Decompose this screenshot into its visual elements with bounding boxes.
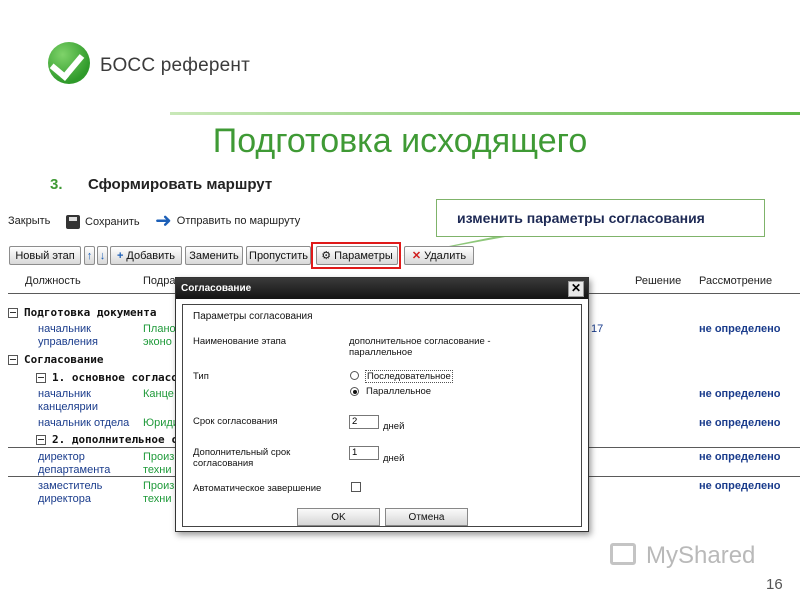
term-input[interactable]: 2 bbox=[349, 415, 379, 429]
dialog-title: Согласование bbox=[176, 278, 588, 299]
row4-status: не определено bbox=[699, 451, 781, 463]
col-dept-header: Подра bbox=[143, 275, 176, 287]
col-position-header: Должность bbox=[25, 275, 81, 287]
auto-finish-label: Автоматическое завершение bbox=[193, 483, 322, 494]
collapse-icon bbox=[8, 355, 18, 365]
row3-position[interactable]: начальник отдела bbox=[38, 417, 129, 430]
delete-label: Удалить bbox=[424, 249, 467, 262]
term-label: Срок согласования bbox=[193, 416, 278, 427]
subgroup-extra[interactable]: 2. дополнительное с bbox=[36, 433, 178, 446]
radio-parallel-label: Параллельное bbox=[366, 386, 432, 397]
auto-finish-checkbox[interactable] bbox=[351, 482, 361, 492]
ok-button[interactable]: OK bbox=[297, 508, 380, 526]
skip-button[interactable]: Пропустить bbox=[246, 246, 311, 265]
watermark-text: MyShared bbox=[646, 542, 756, 569]
collapse-icon bbox=[36, 435, 46, 445]
row2-status: не определено bbox=[699, 388, 781, 400]
stage-name-label: Наименование этапа bbox=[193, 336, 287, 347]
radio-sequential-label: Последовательное bbox=[365, 370, 453, 383]
collapse-icon bbox=[8, 308, 18, 318]
col-decision-header: Решение bbox=[635, 275, 682, 287]
subgroup-label: 1. основное согласо bbox=[52, 371, 178, 384]
extra-term-label: Дополнительный срок согласования bbox=[193, 447, 291, 469]
term-unit: дней bbox=[383, 421, 405, 432]
row1-date-fragment: 17 bbox=[591, 323, 604, 335]
cancel-button[interactable]: Отмена bbox=[385, 508, 468, 526]
group-label: Согласование bbox=[24, 353, 104, 366]
row2-position[interactable]: начальник канцелярии bbox=[38, 388, 118, 414]
dialog-body: Параметры согласования Наименование этап… bbox=[182, 304, 582, 527]
row1-status: не определено bbox=[699, 323, 781, 335]
row1-position[interactable]: начальник управления bbox=[38, 323, 128, 349]
subgroup-main[interactable]: 1. основное согласо bbox=[36, 371, 178, 384]
subgroup-label: 2. дополнительное с bbox=[52, 433, 178, 446]
replace-button[interactable]: Заменить bbox=[185, 246, 243, 265]
close-icon[interactable]: ✕ bbox=[568, 281, 584, 297]
stage-name-value: дополнительное согласование - параллельн… bbox=[349, 336, 491, 358]
move-down-button[interactable]: ↓ bbox=[97, 246, 108, 265]
add-label: Добавить bbox=[126, 249, 176, 262]
page-number: 16 bbox=[766, 576, 783, 593]
row1-dept: Плано эконо bbox=[143, 323, 176, 348]
row4-position[interactable]: директор департамента bbox=[38, 451, 118, 477]
section-title: Параметры согласования bbox=[193, 311, 313, 322]
group-preparation[interactable]: Подготовка документа bbox=[8, 306, 156, 319]
delete-button[interactable]: ✕ Удалить bbox=[404, 246, 474, 265]
radio-sequential[interactable] bbox=[350, 371, 359, 380]
extra-term-unit: дней bbox=[383, 453, 405, 464]
watermark-icon bbox=[610, 543, 636, 565]
row5-position[interactable]: заместитель директора bbox=[38, 480, 118, 506]
row5-status: не определено bbox=[699, 480, 781, 492]
group-approval[interactable]: Согласование bbox=[8, 353, 103, 366]
plus-icon: + bbox=[116, 249, 124, 262]
parameters-highlight bbox=[311, 242, 401, 269]
row3-dept: Юриди bbox=[143, 417, 179, 429]
move-up-button[interactable]: ↑ bbox=[84, 246, 95, 265]
new-stage-button[interactable]: Новый этап bbox=[9, 246, 81, 265]
add-button[interactable]: + Добавить bbox=[110, 246, 182, 265]
delete-icon: ✕ bbox=[411, 250, 422, 262]
approval-dialog: Согласование ✕ Параметры согласования На… bbox=[175, 277, 589, 532]
row3-status: не определено bbox=[699, 417, 781, 429]
extra-term-input[interactable]: 1 bbox=[349, 446, 379, 460]
type-label: Тип bbox=[193, 371, 209, 382]
radio-parallel[interactable] bbox=[350, 387, 359, 396]
row4-dept: Произ техни bbox=[143, 451, 175, 476]
col-review-header: Рассмотрение bbox=[699, 275, 773, 287]
row5-dept: Произ техни bbox=[143, 480, 175, 505]
group-label: Подготовка документа bbox=[24, 306, 157, 319]
collapse-icon bbox=[36, 373, 46, 383]
row2-dept: Канце bbox=[143, 388, 174, 400]
